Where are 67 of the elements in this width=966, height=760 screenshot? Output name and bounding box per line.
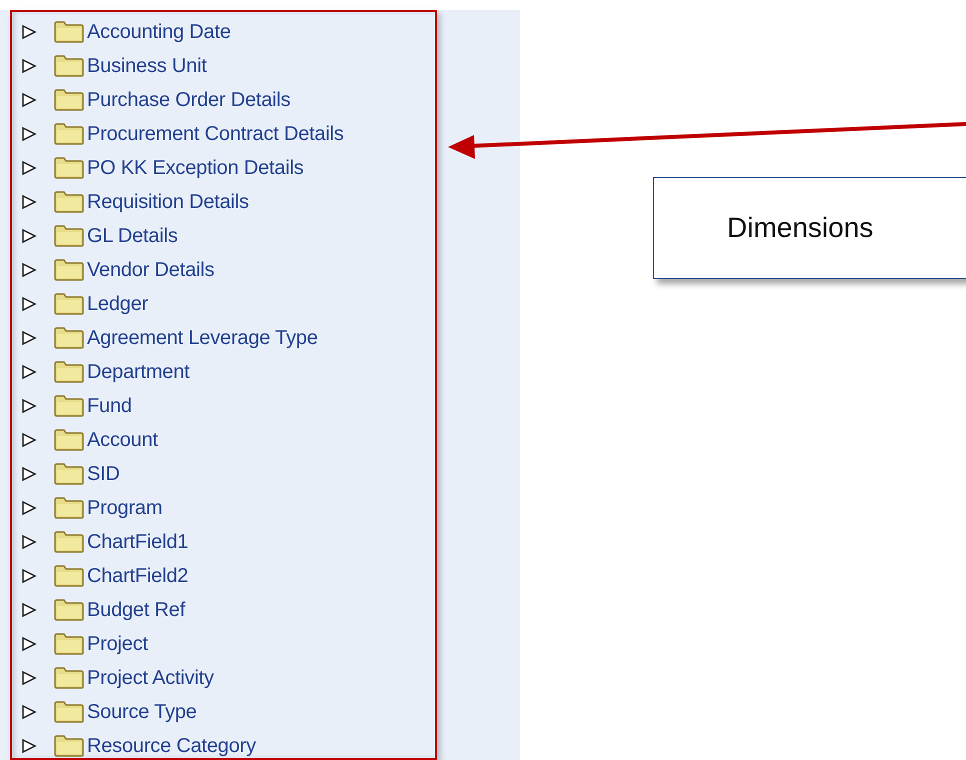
expand-triangle-icon[interactable] bbox=[20, 296, 38, 312]
tree-item[interactable]: ChartField1 bbox=[87, 530, 188, 554]
expand-triangle-icon[interactable] bbox=[20, 126, 38, 142]
expand-triangle-icon[interactable] bbox=[20, 228, 38, 244]
expand-triangle-icon[interactable] bbox=[20, 602, 38, 618]
folder-icon bbox=[54, 225, 84, 247]
folder-icon bbox=[54, 531, 84, 553]
tree-item[interactable]: Source Type bbox=[87, 700, 197, 724]
expand-triangle-icon[interactable] bbox=[20, 636, 38, 652]
folder-icon bbox=[54, 327, 84, 349]
folder-icon bbox=[54, 55, 84, 77]
tree-item[interactable]: Procurement Contract Details bbox=[87, 122, 344, 146]
folder-icon bbox=[54, 361, 84, 383]
expand-triangle-icon[interactable] bbox=[20, 24, 38, 40]
tree-item[interactable]: Project Activity bbox=[87, 666, 214, 690]
tree-item[interactable]: Program bbox=[87, 496, 162, 520]
expand-triangle-icon[interactable] bbox=[20, 160, 38, 176]
tree-item[interactable]: Agreement Leverage Type bbox=[87, 326, 318, 350]
tree-item[interactable]: Account bbox=[87, 428, 158, 452]
tree-item[interactable]: Department bbox=[87, 360, 190, 384]
folder-icon bbox=[54, 599, 84, 621]
folder-icon bbox=[54, 667, 84, 689]
folder-icon bbox=[54, 191, 84, 213]
tree-item[interactable]: Budget Ref bbox=[87, 598, 186, 622]
expand-triangle-icon[interactable] bbox=[20, 398, 38, 414]
expand-triangle-icon[interactable] bbox=[20, 262, 38, 278]
expand-triangle-icon[interactable] bbox=[20, 364, 38, 380]
tree-item[interactable]: PO KK Exception Details bbox=[87, 156, 304, 180]
tree-item[interactable]: Purchase Order Details bbox=[87, 88, 290, 112]
tree-item[interactable]: Resource Category bbox=[87, 734, 256, 758]
folder-icon bbox=[54, 429, 84, 451]
expand-triangle-icon[interactable] bbox=[20, 92, 38, 108]
expand-triangle-icon[interactable] bbox=[20, 568, 38, 584]
expand-triangle-icon[interactable] bbox=[20, 432, 38, 448]
expand-triangle-icon[interactable] bbox=[20, 704, 38, 720]
expand-triangle-icon[interactable] bbox=[20, 500, 38, 516]
folder-icon bbox=[54, 293, 84, 315]
folder-icon bbox=[54, 701, 84, 723]
folder-icon bbox=[54, 157, 84, 179]
folder-icon bbox=[54, 463, 84, 485]
expand-triangle-icon[interactable] bbox=[20, 534, 38, 550]
tree-item[interactable]: Vendor Details bbox=[87, 258, 214, 282]
tree-item[interactable]: SID bbox=[87, 462, 120, 486]
folder-icon bbox=[54, 735, 84, 757]
expand-triangle-icon[interactable] bbox=[20, 670, 38, 686]
tree-item[interactable]: ChartField2 bbox=[87, 564, 188, 588]
tree-item[interactable]: Requisition Details bbox=[87, 190, 249, 214]
folder-icon bbox=[54, 633, 84, 655]
folder-icon bbox=[54, 497, 84, 519]
expand-triangle-icon[interactable] bbox=[20, 738, 38, 754]
folder-icon bbox=[54, 21, 84, 43]
expand-triangle-icon[interactable] bbox=[20, 330, 38, 346]
folder-icon bbox=[54, 565, 84, 587]
callout-label: Dimensions bbox=[727, 212, 874, 244]
expand-triangle-icon[interactable] bbox=[20, 466, 38, 482]
folder-icon bbox=[54, 123, 84, 145]
folder-icon bbox=[54, 395, 84, 417]
tree-item[interactable]: Accounting Date bbox=[87, 20, 231, 44]
tree-item[interactable]: Project bbox=[87, 632, 148, 656]
tree-item[interactable]: Ledger bbox=[87, 292, 148, 316]
expand-triangle-icon[interactable] bbox=[20, 194, 38, 210]
tree-item[interactable]: Fund bbox=[87, 394, 132, 418]
folder-icon bbox=[54, 89, 84, 111]
expand-triangle-icon[interactable] bbox=[20, 58, 38, 74]
folder-icon bbox=[54, 259, 84, 281]
tree-item[interactable]: Business Unit bbox=[87, 54, 207, 78]
tree-item[interactable]: GL Details bbox=[87, 224, 178, 248]
